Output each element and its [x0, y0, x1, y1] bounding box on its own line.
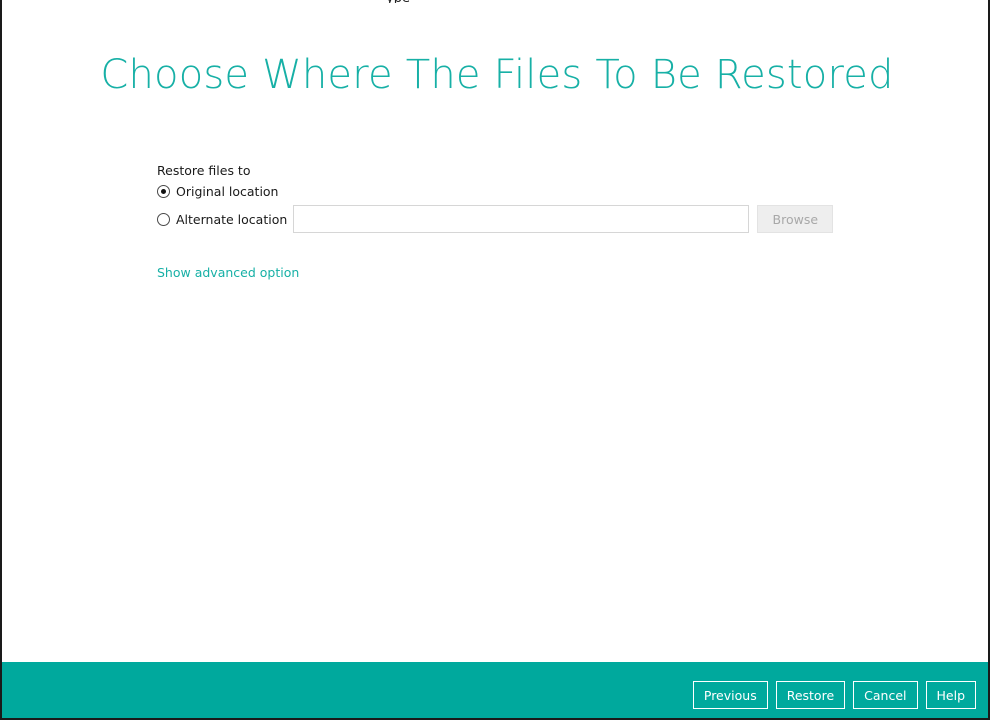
cropped-header-text: ype: [386, 0, 410, 3]
original-location-label: Original location: [176, 183, 279, 199]
show-advanced-option-link[interactable]: Show advanced option: [157, 265, 299, 280]
browse-button[interactable]: Browse: [757, 205, 834, 233]
wizard-footer: Previous Restore Cancel Help: [2, 662, 988, 718]
alternate-location-label: Alternate location: [176, 211, 288, 227]
alternate-location-path-input[interactable]: [293, 205, 750, 233]
page-title: Choose Where The Files To Be Restored: [100, 52, 894, 98]
alternate-location-option[interactable]: Alternate location: [157, 208, 287, 230]
original-location-option[interactable]: Original location: [157, 180, 857, 202]
alternate-location-radio[interactable]: [157, 212, 170, 226]
footer-button-group: Previous Restore Cancel Help: [692, 681, 976, 709]
restore-files-to-label: Restore files to: [157, 163, 251, 178]
cancel-button[interactable]: Cancel: [853, 681, 918, 709]
alternate-location-row: Alternate location Browse: [157, 202, 857, 236]
original-location-radio[interactable]: [157, 184, 170, 198]
previous-button[interactable]: Previous: [692, 681, 768, 709]
restore-wizard-window: ype Choose Where The Files To Be Restore…: [0, 0, 990, 720]
help-button[interactable]: Help: [925, 681, 976, 709]
restore-location-form: Restore files to Original location Alter…: [157, 162, 857, 236]
restore-button[interactable]: Restore: [775, 681, 846, 709]
